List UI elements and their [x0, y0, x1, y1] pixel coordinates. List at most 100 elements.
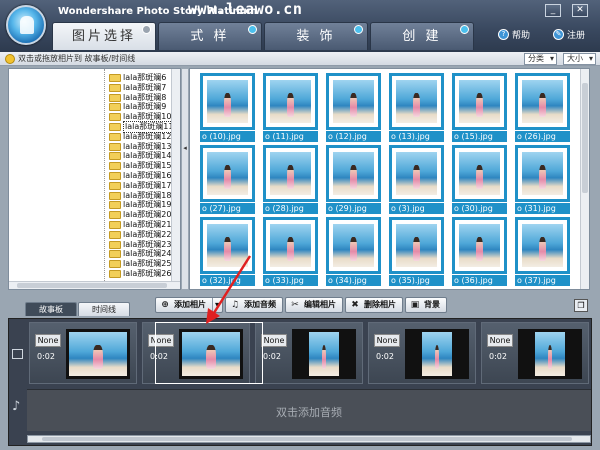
delete-photo-button[interactable]: ✖ 删除相片	[345, 297, 403, 313]
add-photo-label: 添加相片	[174, 300, 206, 309]
help-button[interactable]: ? 帮助	[498, 28, 530, 41]
photo-image	[396, 80, 437, 123]
folder-tree-item[interactable]: lala那斑斓8	[21, 93, 166, 103]
folder-icon	[109, 260, 121, 269]
size-dropdown[interactable]: 大小	[563, 53, 596, 65]
folder-tree-item[interactable]: lala那斑斓7	[21, 83, 166, 93]
folder-tree-item[interactable]: lala那斑斓22	[21, 230, 171, 240]
tab-photo-select[interactable]: 图片选择	[52, 22, 156, 50]
thumbnail-frame	[263, 217, 318, 274]
photo-thumbnail[interactable]: o (28).jpg	[263, 145, 318, 216]
photo-thumbnail[interactable]: o (36).jpg	[452, 217, 507, 288]
transition-button[interactable]: None	[487, 334, 513, 347]
photo-image	[459, 152, 500, 195]
tab-badge-icon	[248, 25, 257, 34]
sort-dropdown[interactable]: 分类	[524, 53, 557, 65]
photo-thumbnail[interactable]: o (15).jpg	[452, 73, 507, 144]
photo-thumbnail[interactable]: o (32).jpg	[200, 217, 255, 288]
scroll-thumb[interactable]	[582, 83, 588, 193]
folder-icon	[109, 221, 121, 229]
minimize-button[interactable]: _	[545, 4, 561, 17]
transition-button[interactable]: None	[35, 334, 61, 347]
folder-tree-item[interactable]: lala那斑斓17	[21, 181, 171, 191]
photo-thumbnail[interactable]: o (12).jpg	[326, 73, 381, 144]
transition-button[interactable]: None	[261, 334, 287, 347]
photo-thumbnail[interactable]: o (31).jpg	[515, 145, 570, 216]
add-audio-button[interactable]: ♫ 添加音频	[225, 297, 283, 313]
photo-browser-vscrollbar[interactable]	[580, 69, 589, 289]
folder-tree-item[interactable]: lala那斑斓12	[21, 132, 171, 142]
storyboard-slide[interactable]: None 0:02	[142, 322, 250, 384]
folder-tree-item[interactable]: lala那斑斓9	[21, 102, 166, 112]
folder-tree-item[interactable]: lala那斑斓15	[21, 161, 171, 171]
photo-thumbnail[interactable]: o (3).jpg	[389, 145, 444, 216]
scroll-thumb[interactable]	[17, 283, 167, 288]
photo-image	[522, 152, 563, 195]
photo-thumbnail[interactable]: o (30).jpg	[452, 145, 507, 216]
background-label: 背景	[424, 300, 440, 309]
folder-tree-item[interactable]: lala那斑斓6	[21, 73, 166, 83]
restore-window-icon[interactable]: ❐	[574, 299, 588, 312]
storyboard-hscrollbar[interactable]	[27, 435, 591, 443]
folder-tree-item[interactable]: lala那斑斓19	[21, 200, 171, 210]
tab-style[interactable]: 式 样	[158, 22, 262, 50]
view-tabs: 故事板 时间线	[25, 302, 131, 316]
photo-thumbnail[interactable]: o (37).jpg	[515, 217, 570, 288]
thumbnail-caption: o (30).jpg	[452, 203, 507, 214]
storyboard-slide[interactable]: None 0:02	[29, 322, 137, 384]
folder-tree-item[interactable]: lala那斑斓26	[21, 269, 171, 279]
photo-thumbnail[interactable]: o (13).jpg	[389, 73, 444, 144]
tab-create[interactable]: 创 建	[370, 22, 474, 50]
audio-track[interactable]: 双击添加音频	[27, 389, 591, 431]
folder-tree-vscrollbar[interactable]	[171, 69, 180, 283]
register-button[interactable]: ✎ 注册	[553, 28, 585, 41]
folder-tree-item[interactable]: lala那斑斓11	[21, 121, 172, 133]
photo-thumbnail[interactable]: o (10).jpg	[200, 73, 255, 144]
folder-tree-item[interactable]: lala那斑斓18	[21, 191, 171, 201]
photo-thumbnail[interactable]: o (33).jpg	[263, 217, 318, 288]
photo-image	[396, 224, 437, 267]
folder-tree-item[interactable]: lala那斑斓10	[21, 112, 171, 122]
photo-thumbnail[interactable]: o (34).jpg	[326, 217, 381, 288]
folder-tree-item[interactable]: lala那斑斓24	[21, 249, 171, 259]
storyboard-slide[interactable]: None 0:02	[368, 322, 476, 384]
folder-tree-item[interactable]: lala那斑斓23	[21, 240, 171, 250]
thumbnail-frame	[200, 145, 255, 202]
photo-thumbnail[interactable]: o (11).jpg	[263, 73, 318, 144]
folder-tree-item[interactable]: lala那斑斓14	[21, 151, 171, 161]
folder-label: lala那斑斓12	[123, 131, 172, 141]
hint-bar: 双击或拖放相片到 故事板/时间线 分类 大小	[0, 52, 600, 66]
tab-timeline[interactable]: 时间线	[78, 302, 130, 316]
tab-decorate[interactable]: 装 饰	[264, 22, 368, 50]
tab-storyboard[interactable]: 故事板	[25, 302, 77, 316]
folder-tree-item[interactable]: lala那斑斓20	[21, 210, 171, 220]
photo-image	[422, 332, 452, 376]
photo-thumbnail[interactable]: o (26).jpg	[515, 73, 570, 144]
transition-button[interactable]: None	[374, 334, 400, 347]
thumbnail-caption: o (13).jpg	[389, 131, 444, 142]
photo-image	[207, 80, 248, 123]
scroll-thumb[interactable]	[42, 437, 572, 441]
photo-thumbnail[interactable]: o (29).jpg	[326, 145, 381, 216]
transition-button[interactable]: None	[148, 334, 174, 347]
collapse-arrow-icon[interactable]: ◂	[182, 143, 188, 153]
storyboard-slide[interactable]: None 0:02	[255, 322, 363, 384]
background-button[interactable]: ▣ 背景	[405, 297, 447, 313]
folder-tree-item[interactable]: lala那斑斓25	[21, 259, 171, 269]
photo-thumbnail[interactable]: o (35).jpg	[389, 217, 444, 288]
folder-tree-item[interactable]: lala那斑斓16	[21, 171, 171, 181]
close-button[interactable]: ✕	[572, 4, 588, 17]
edit-photo-button[interactable]: ✂ 编辑相片	[285, 297, 343, 313]
help-icon: ?	[498, 29, 509, 40]
storyboard-slide[interactable]: None 0:02	[481, 322, 589, 384]
tab-label: 装 饰	[296, 29, 336, 44]
folder-tree-item[interactable]: lala那斑斓13	[21, 142, 171, 152]
background-icon: ▣	[410, 300, 420, 310]
folder-tree-item[interactable]: lala那斑斓21	[21, 220, 171, 230]
folder-tree-hscrollbar[interactable]	[9, 281, 180, 289]
thumbnail-caption: o (11).jpg	[263, 131, 318, 142]
photo-thumbnail[interactable]: o (27).jpg	[200, 145, 255, 216]
panel-splitter[interactable]: ◂	[181, 68, 189, 290]
add-photo-button[interactable]: ⊕ 添加相片	[155, 297, 223, 313]
thumbnail-caption: o (28).jpg	[263, 203, 318, 214]
